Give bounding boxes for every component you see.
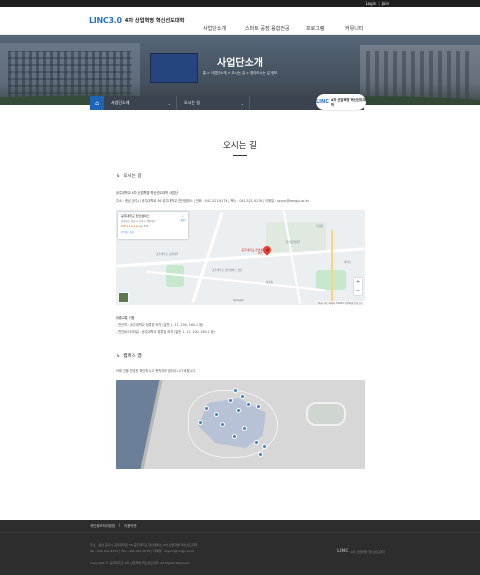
map-label: 공주대학교 공과대학 xyxy=(156,253,179,256)
building-marker-icon[interactable] xyxy=(242,426,247,431)
review-count[interactable]: 리뷰 439 xyxy=(138,225,148,228)
footer-contact: Tel : 041-521-9174 | Fax : 041-521-9178 … xyxy=(90,549,195,553)
footer-divider-line xyxy=(0,532,480,533)
map-label: 천안공업대학 xyxy=(286,241,301,244)
footer-address: 주소 : 충남 공주시 공주대학로 56 공주대학교 천안캠퍼스 4차 산업혁명… xyxy=(90,543,198,547)
logo-title: 4차 산업혁명 혁신선도대학 xyxy=(124,18,185,24)
privacy-policy-link[interactable]: 개인정보처리방침 xyxy=(90,523,115,528)
chevron-down-icon: ⌄ xyxy=(240,100,244,106)
zoom-controls: + − xyxy=(354,278,362,295)
building-marker-icon[interactable] xyxy=(220,422,225,427)
section-heading-campus-map: ↳ 캠퍼스 맵 xyxy=(116,353,142,359)
dropdown-section[interactable]: 사업단소개 ⌄ xyxy=(104,96,177,110)
pin-label: 공주대학교 천안캠퍼스 xyxy=(241,248,263,256)
top-links: Login | Join xyxy=(366,0,389,7)
top-divider: | xyxy=(378,1,380,6)
footer-logo-mark: LINC xyxy=(337,549,349,554)
nav-item-community[interactable]: 커뮤니티 xyxy=(345,25,363,32)
section-heading-directions: ↳ 오시는 길 xyxy=(116,173,142,179)
breadcrumb: 홈 > 사업단소개 > 오시는 길 > 찾아오시는 길 정보 xyxy=(202,71,278,75)
building-marker-icon[interactable] xyxy=(240,394,245,399)
building-marker-icon[interactable] xyxy=(198,420,203,425)
campus-map-description: 아래 건물 번호를 확인하시고 목적지를 찾아주시기 바랍니다. xyxy=(116,369,197,373)
zoom-in-button[interactable]: + xyxy=(356,279,360,285)
directions-label: 경로 xyxy=(180,219,185,222)
place-rating: 4.4 ★★★★★ 리뷰 439 xyxy=(121,224,185,228)
title-underline xyxy=(233,155,247,156)
logo-mark: LINC3.0 xyxy=(89,16,122,25)
badge-logo-mark: LINC xyxy=(316,99,329,105)
subnav-badge-logo: LINC 4차 산업혁명 혁신선도대학 xyxy=(316,94,366,110)
building-marker-icon[interactable] xyxy=(232,434,237,439)
transit-line: - 천안역 : 공주대학교 정류장 하차 (일반 1, 11, 100, 160… xyxy=(116,323,204,327)
footer-copyright: Copyright © 공주대학교 4차 산업혁명 혁신선도대학. All Ri… xyxy=(90,561,191,565)
building-marker-icon[interactable] xyxy=(214,412,219,417)
top-utility-bar: Login | Join xyxy=(0,0,480,7)
footer-divider: | xyxy=(118,523,121,527)
rating-value: 4.4 xyxy=(121,225,126,228)
building-marker-icon[interactable] xyxy=(204,406,209,411)
zoom-out-button[interactable]: − xyxy=(356,288,360,294)
join-link[interactable]: Join xyxy=(382,1,389,6)
building-marker-icon[interactable] xyxy=(258,452,263,457)
footer-links: 개인정보처리방침 | 이용약관 xyxy=(90,523,137,528)
building-marker-icon[interactable] xyxy=(228,398,233,403)
map-label: 두정동 xyxy=(316,225,324,228)
satellite-toggle[interactable] xyxy=(118,292,129,303)
hero-banner: 사업단소개 홈 > 사업단소개 > 오시는 길 > 찾아오시는 길 정보 xyxy=(0,35,480,105)
site-header: LINC3.0 4차 산업혁명 혁신선도대학 사업단소개 스마트 공장 융합전공… xyxy=(0,7,480,35)
nav-item-major[interactable]: 스마트 공장 융합전공 xyxy=(245,25,290,32)
badge-logo-text: 4차 산업혁명 혁신선도대학 xyxy=(330,98,366,107)
star-icon: ★★★★★ xyxy=(126,225,138,228)
transit-line: - 천안버스터미널 : 공주대학교 정류장 하차 (일반 1, 11, 100,… xyxy=(116,330,215,334)
map-label: 아파트 xyxy=(344,261,352,264)
terms-link[interactable]: 이용약관 xyxy=(124,523,136,528)
directions-button[interactable]: ➚ 경로 xyxy=(180,215,185,222)
logo-mark-version: 3.0 xyxy=(108,16,122,25)
building-marker-icon[interactable] xyxy=(262,444,267,449)
footer-logo: LINC 4차 산업혁명 혁신선도대학 xyxy=(337,549,385,554)
place-address: 충청남도 천안시 서북구 천안대로 xyxy=(121,220,156,223)
badge-logo-mark-text: LINC xyxy=(316,99,329,105)
hero-title: 사업단소개 xyxy=(217,58,263,69)
nav-item-program[interactable]: 프로그램 xyxy=(306,25,324,32)
campus-track xyxy=(306,402,346,426)
site-footer: 개인정보처리방침 | 이용약관 주소 : 충남 공주시 공주대학로 56 공주대… xyxy=(0,520,480,575)
location-map[interactable]: 공주대학교 공과대학 공주대학교 천안캠퍼스 정문 천안공업대학 두정동 성정동… xyxy=(116,210,365,305)
map-label: 성정동 xyxy=(266,281,274,284)
section-heading-text: 캠퍼스 맵 xyxy=(123,354,142,359)
arrow-icon: ↳ xyxy=(116,173,121,179)
section-heading-text: 오시는 길 xyxy=(123,174,142,179)
building-marker-icon[interactable] xyxy=(236,408,241,413)
footer-logo-text: 4차 산업혁명 혁신선도대학 xyxy=(350,549,385,554)
campus-river xyxy=(116,380,164,469)
building-marker-icon[interactable] xyxy=(233,388,238,393)
google-logo: Google xyxy=(233,298,244,302)
nav-item-about[interactable]: 사업단소개 xyxy=(203,25,226,32)
login-link[interactable]: Login xyxy=(366,1,377,6)
building-marker-icon[interactable] xyxy=(256,404,261,409)
place-info-card: 공주대학교 천안캠퍼스 충청남도 천안시 서북구 천안대로 4.4 ★★★★★ … xyxy=(118,212,188,239)
chevron-down-icon: ⌄ xyxy=(167,100,171,106)
sub-navigation: ⌂ 사업단소개 ⌄ 오시는 길 ⌄ LINC 4차 산업혁명 혁신선도대학 xyxy=(90,94,366,110)
map-attribution[interactable]: 단축키 지도 데이터 ©2021 이용약관 오류 신고 xyxy=(314,301,365,305)
org-name: 공주대학교 4차 산업혁명 혁신선도대학 사업단 xyxy=(116,191,178,195)
campus-map-image xyxy=(116,380,365,469)
building-marker-icon[interactable] xyxy=(246,402,251,407)
larger-map-link[interactable]: 큰 지도 보기 xyxy=(121,230,185,234)
arrow-icon: ↳ xyxy=(116,353,121,359)
map-label: 공주대학교 천안캠퍼스 정문 xyxy=(212,269,243,272)
building-marker-icon[interactable] xyxy=(254,440,259,445)
dropdown-section-label: 사업단소개 xyxy=(111,100,130,105)
contact-line: 주소 : 충남 공주시 공주대학로 56 공주대학교 천안캠퍼스 | 전화 : … xyxy=(116,199,309,203)
transit-title: 대중교통 이용 xyxy=(116,316,135,320)
dropdown-page-label: 오시는 길 xyxy=(184,100,200,105)
place-name: 공주대학교 천안캠퍼스 xyxy=(121,214,150,218)
page-title: 오시는 길 xyxy=(223,141,257,151)
dropdown-page[interactable]: 오시는 길 ⌄ xyxy=(177,96,250,110)
logo-mark-text: LINC xyxy=(89,16,109,25)
home-icon[interactable]: ⌂ xyxy=(90,96,104,110)
site-logo[interactable]: LINC3.0 4차 산업혁명 혁신선도대학 xyxy=(89,16,184,25)
